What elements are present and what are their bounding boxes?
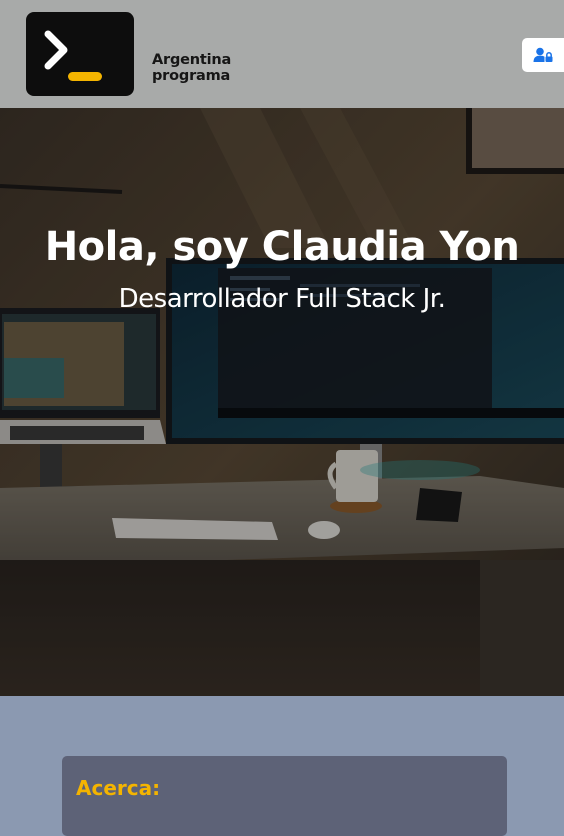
hero-title: Hola, soy Claudia Yon (44, 224, 520, 270)
brand-name: Argentina programa (152, 52, 231, 84)
desk-setup-photo (0, 108, 564, 696)
brand-line-1: Argentina (152, 52, 232, 68)
hero-subtitle: Desarrollador Full Stack Jr. (118, 284, 446, 314)
about-title: Acerca: (76, 776, 161, 800)
argentina-programa-logo[interactable] (26, 12, 134, 96)
hero-banner: Hola, soy Claudia Yon Desarrollador Full… (0, 108, 564, 696)
about-card: Acerca: (62, 756, 507, 836)
login-button[interactable] (522, 38, 564, 72)
brand-line-2: programa (152, 68, 231, 84)
terminal-prompt-icon (44, 30, 102, 81)
site-header: Argentina programa (0, 0, 564, 108)
user-lock-icon (533, 47, 553, 62)
